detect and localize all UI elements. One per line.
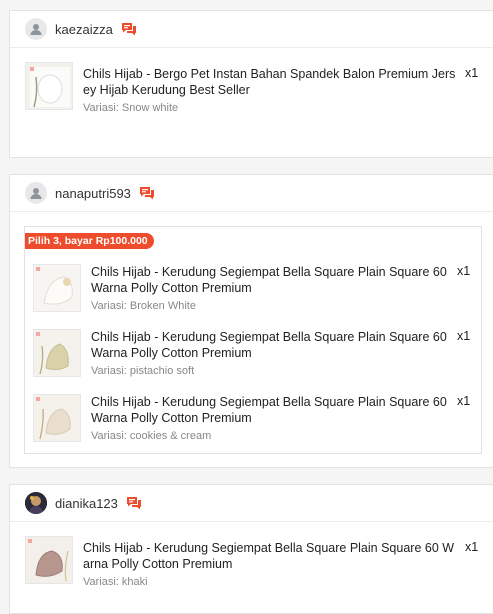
order-item[interactable]: Chils Hijab - Kerudung Segiempat Bella S…: [25, 387, 481, 451]
product-image: [26, 63, 72, 109]
variant-label: Variasi: Snow white: [83, 102, 179, 114]
avatar[interactable]: [25, 18, 47, 40]
bundle-deal-group: Pilih 3, bayar Rp100.000 Chils Hijab - K…: [24, 226, 482, 454]
order-item[interactable]: Chils Hijab - Bergo Pet Instan Bahan Spa…: [10, 48, 493, 114]
username[interactable]: kaezaizza: [55, 22, 113, 37]
product-thumbnail[interactable]: [25, 536, 73, 584]
chat-icon[interactable]: [121, 21, 137, 37]
product-image: [34, 265, 80, 311]
variant-label: Variasi: cookies & cream: [91, 430, 212, 442]
product-title[interactable]: Chils Hijab - Bergo Pet Instan Bahan Spa…: [83, 66, 459, 98]
user-icon: [30, 188, 42, 199]
bundle-badge: Pilih 3, bayar Rp100.000: [25, 233, 154, 249]
order-item[interactable]: Chils Hijab - Kerudung Segiempat Bella S…: [25, 257, 481, 321]
product-title[interactable]: Chils Hijab - Kerudung Segiempat Bella S…: [91, 329, 449, 361]
quantity: x1: [457, 394, 471, 408]
user-photo-icon: [25, 492, 47, 514]
product-image: [34, 395, 80, 441]
product-thumbnail[interactable]: [25, 62, 73, 110]
order-header: nanaputri593: [10, 175, 493, 212]
username[interactable]: dianika123: [55, 496, 118, 511]
avatar[interactable]: [25, 492, 47, 514]
user-icon: [30, 24, 42, 35]
product-thumbnail[interactable]: [33, 329, 81, 377]
order-item[interactable]: Chils Hijab - Kerudung Segiempat Bella S…: [25, 322, 481, 386]
username[interactable]: nanaputri593: [55, 186, 131, 201]
product-title[interactable]: Chils Hijab - Kerudung Segiempat Bella S…: [91, 264, 449, 296]
quantity: x1: [457, 329, 471, 343]
variant-label: Variasi: Broken White: [91, 300, 196, 312]
avatar[interactable]: [25, 182, 47, 204]
quantity: x1: [465, 540, 479, 554]
order-card-dianika123: dianika123 Chils Hijab - Kerudung Segiem…: [9, 484, 493, 614]
order-header: kaezaizza: [10, 11, 493, 48]
variant-label: Variasi: pistachio soft: [91, 365, 195, 377]
variant-label: Variasi: khaki: [83, 576, 148, 588]
chat-icon[interactable]: [126, 495, 142, 511]
quantity: x1: [465, 66, 479, 80]
order-card-kaezaizza: kaezaizza Chils Hijab - Bergo Pet Instan…: [9, 10, 493, 158]
order-item[interactable]: Chils Hijab - Kerudung Segiempat Bella S…: [10, 522, 493, 588]
order-header: dianika123: [10, 485, 493, 522]
chat-icon[interactable]: [139, 185, 155, 201]
quantity: x1: [457, 264, 471, 278]
product-title[interactable]: Chils Hijab - Kerudung Segiempat Bella S…: [91, 394, 449, 426]
product-image: [34, 330, 80, 376]
product-image: [26, 537, 72, 583]
product-thumbnail[interactable]: [33, 264, 81, 312]
product-thumbnail[interactable]: [33, 394, 81, 442]
product-title[interactable]: Chils Hijab - Kerudung Segiempat Bella S…: [83, 540, 459, 572]
